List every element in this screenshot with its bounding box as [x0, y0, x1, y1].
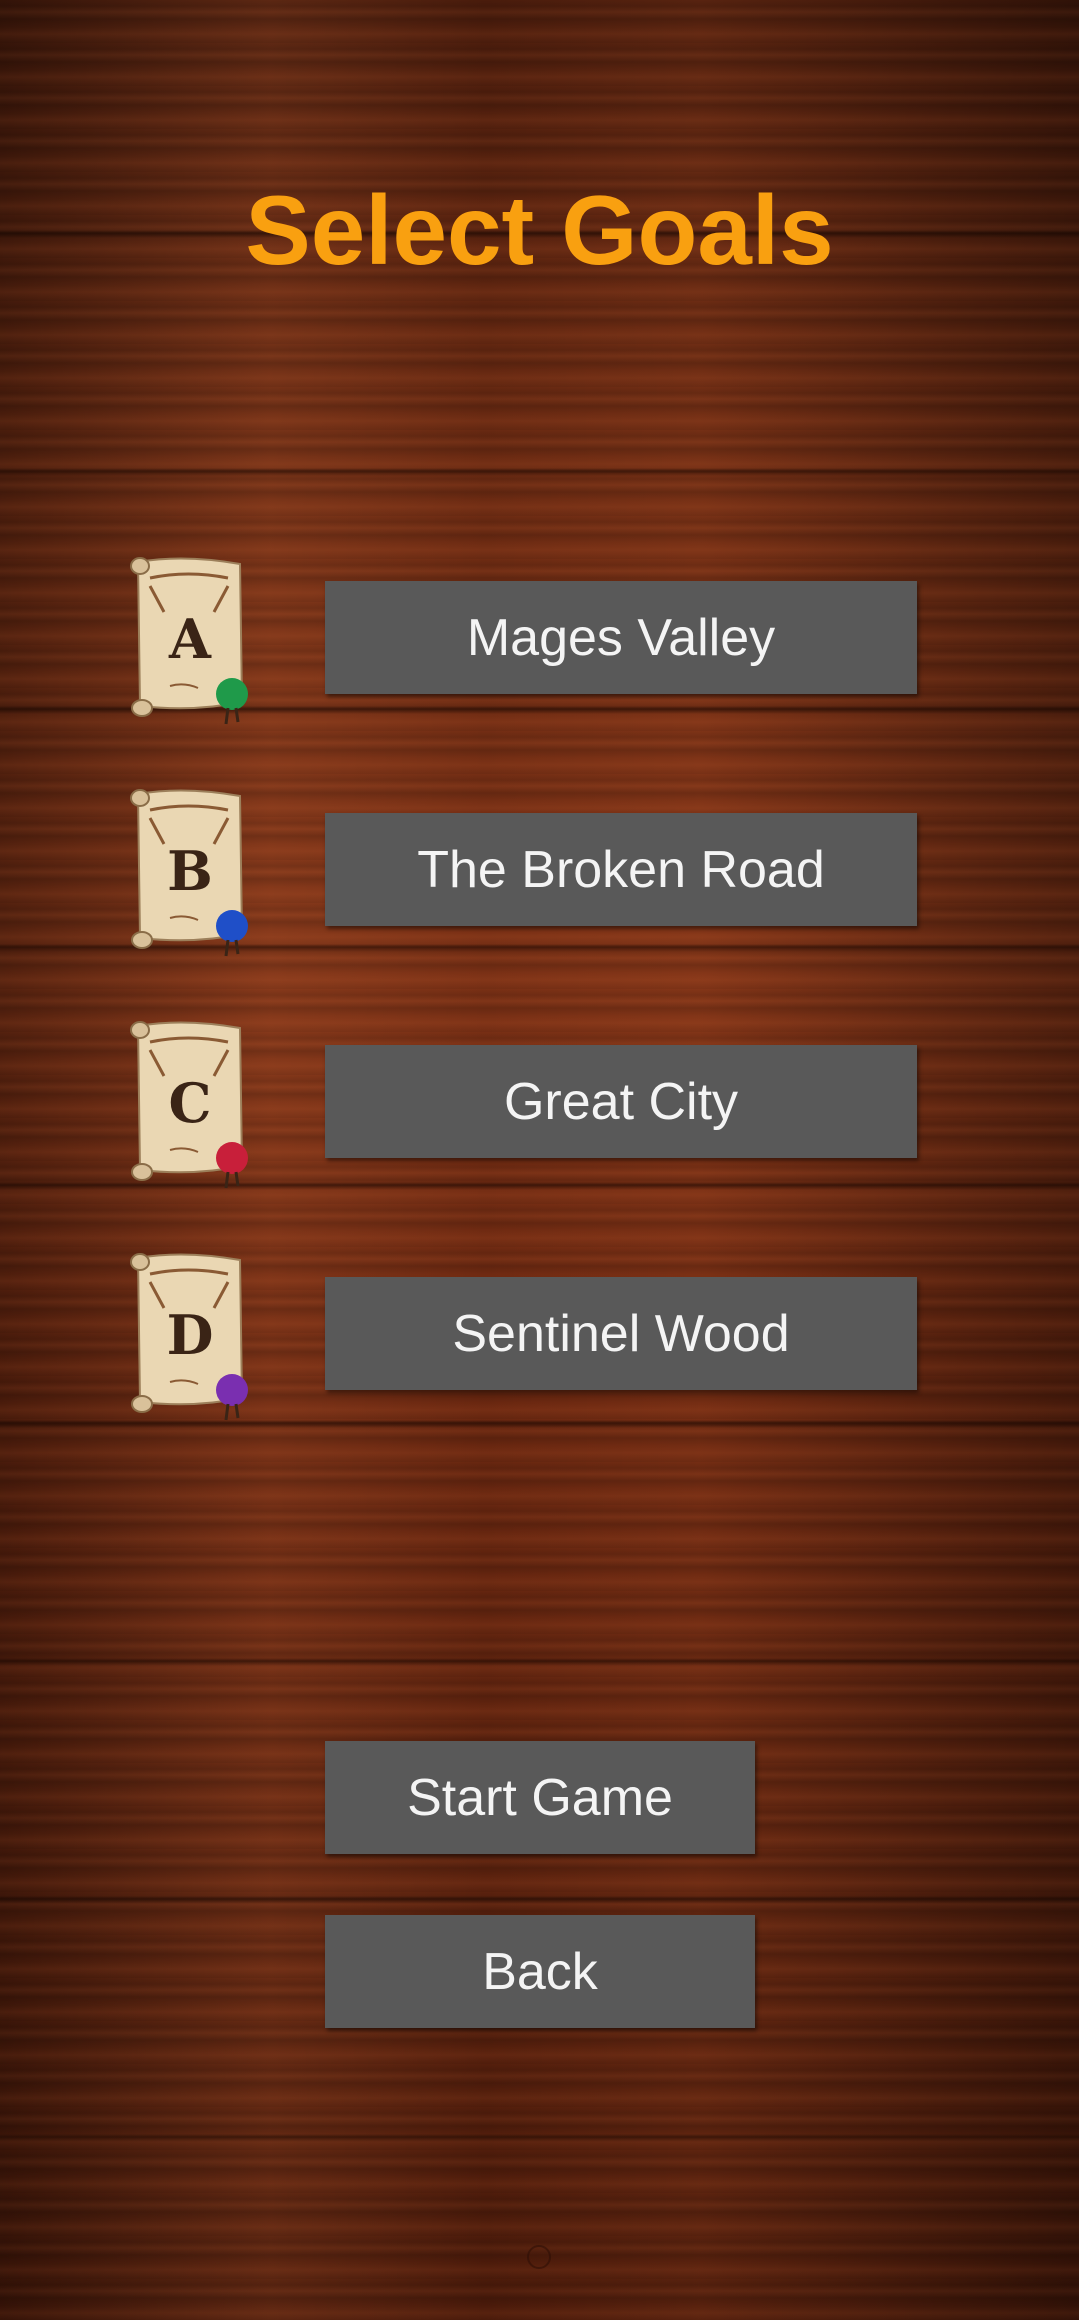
goal-scroll-b-icon: B — [124, 784, 254, 960]
goal-button-mages-valley[interactable]: Mages Valley — [325, 581, 917, 694]
goal-letter-b: B — [167, 839, 213, 903]
goal-scroll-a-icon: A — [124, 552, 254, 728]
goal-scroll-c-icon: C — [124, 1016, 254, 1192]
wood-knot-decoration — [527, 2245, 551, 2269]
goal-button-sentinel-wood[interactable]: Sentinel Wood — [325, 1277, 917, 1390]
back-button[interactable]: Back — [325, 1915, 755, 2028]
goal-button-the-broken-road[interactable]: The Broken Road — [325, 813, 917, 926]
start-game-button[interactable]: Start Game — [325, 1741, 755, 1854]
page-title: Select Goals — [245, 175, 834, 285]
goal-scroll-d-icon: D — [124, 1248, 254, 1424]
goal-selection-screen: { "screen": { "title": "Select Goals" },… — [0, 0, 1079, 2320]
goal-letter-d: D — [167, 1303, 214, 1367]
goal-letter-c: C — [169, 1071, 212, 1135]
goal-button-great-city[interactable]: Great City — [325, 1045, 917, 1158]
goal-letter-a: A — [168, 607, 212, 671]
